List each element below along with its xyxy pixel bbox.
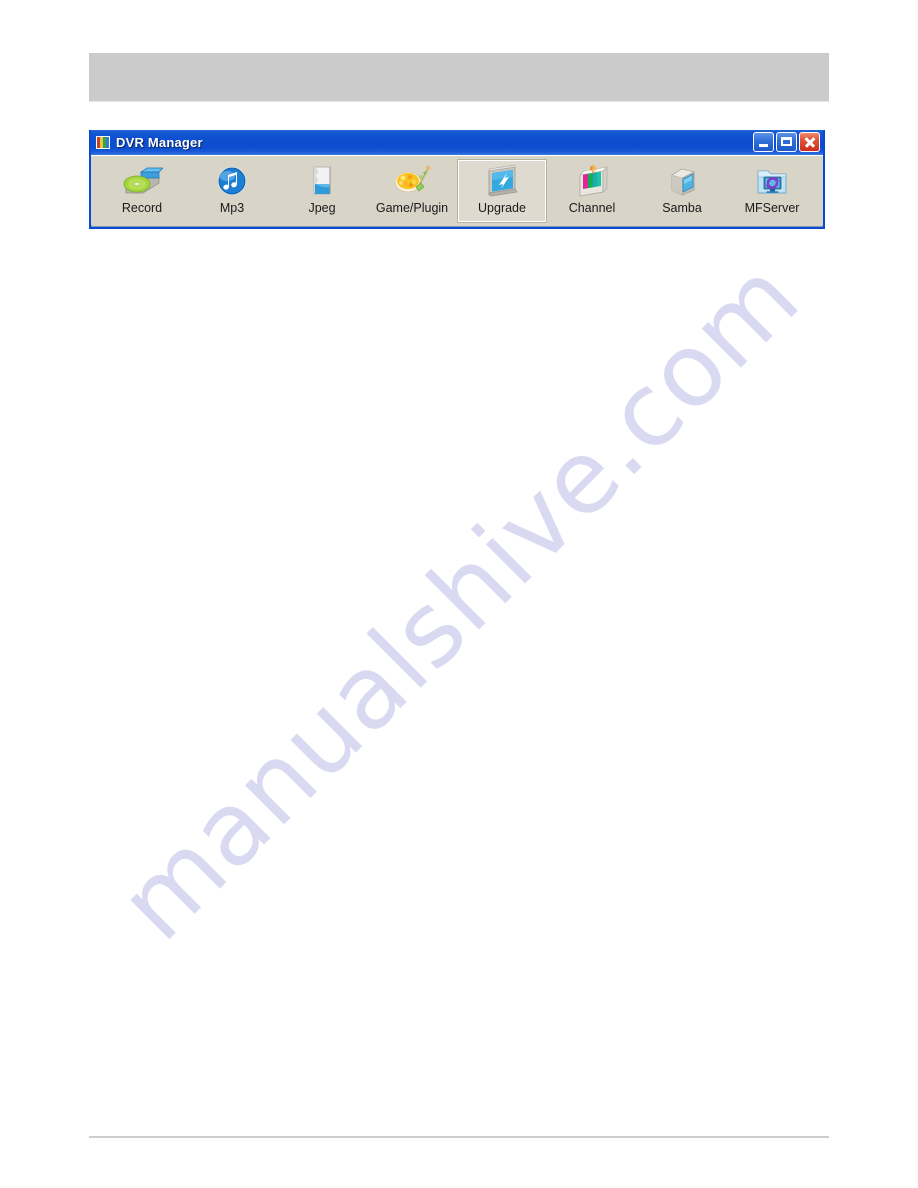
app-logo-icon — [96, 136, 110, 149]
toolbar-label-channel: Channel — [568, 201, 616, 215]
toolbar-button-mp3[interactable]: Mp3 — [187, 159, 277, 223]
upgrade-screen-icon — [481, 163, 523, 199]
toolbar-button-record[interactable]: Record — [97, 159, 187, 223]
maximize-button[interactable] — [776, 132, 797, 152]
music-note-icon — [211, 163, 253, 199]
main-toolbar: Record Mp3 Jpeg Game/Plugin Upgrade Chan… — [91, 155, 823, 225]
toolbar-button-upgrade[interactable]: Upgrade — [457, 159, 547, 223]
toolbar-button-channel[interactable]: Channel — [547, 159, 637, 223]
toolbar-button-jpeg[interactable]: Jpeg — [277, 159, 367, 223]
page-footer-rule — [89, 1136, 829, 1138]
toolbar-label-samba: Samba — [662, 201, 702, 215]
toolbar-label-mp3: Mp3 — [219, 201, 245, 215]
window-title-bar[interactable]: DVR Manager — [91, 130, 823, 155]
toolbar-button-game-plugin[interactable]: Game/Plugin — [367, 159, 457, 223]
manual-page: DVR Manager Record Mp3 Jpeg Game/Plugin … — [0, 0, 918, 1188]
palette-icon — [391, 163, 433, 199]
toolbar-label-record: Record — [121, 201, 163, 215]
toolbar-label-upgrade: Upgrade — [478, 201, 526, 215]
server-box-icon — [661, 163, 703, 199]
folder-sync-icon — [751, 163, 793, 199]
toolbar-button-samba[interactable]: Samba — [637, 159, 727, 223]
color-bars-monitor-icon — [571, 163, 613, 199]
window-title: DVR Manager — [116, 135, 203, 150]
toolbar-label-game-plugin: Game/Plugin — [375, 201, 449, 215]
toolbar-button-mfserver[interactable]: MFServer — [727, 159, 817, 223]
window-controls — [753, 132, 820, 152]
cd-record-icon — [121, 163, 163, 199]
image-file-icon — [301, 163, 343, 199]
toolbar-label-mfserver: MFServer — [744, 201, 800, 215]
minimize-button[interactable] — [753, 132, 774, 152]
page-header-band — [89, 53, 829, 102]
close-button[interactable] — [799, 132, 820, 152]
toolbar-label-jpeg: Jpeg — [308, 201, 336, 215]
dvr-manager-window: DVR Manager Record Mp3 Jpeg Game/Plugin … — [89, 130, 825, 229]
